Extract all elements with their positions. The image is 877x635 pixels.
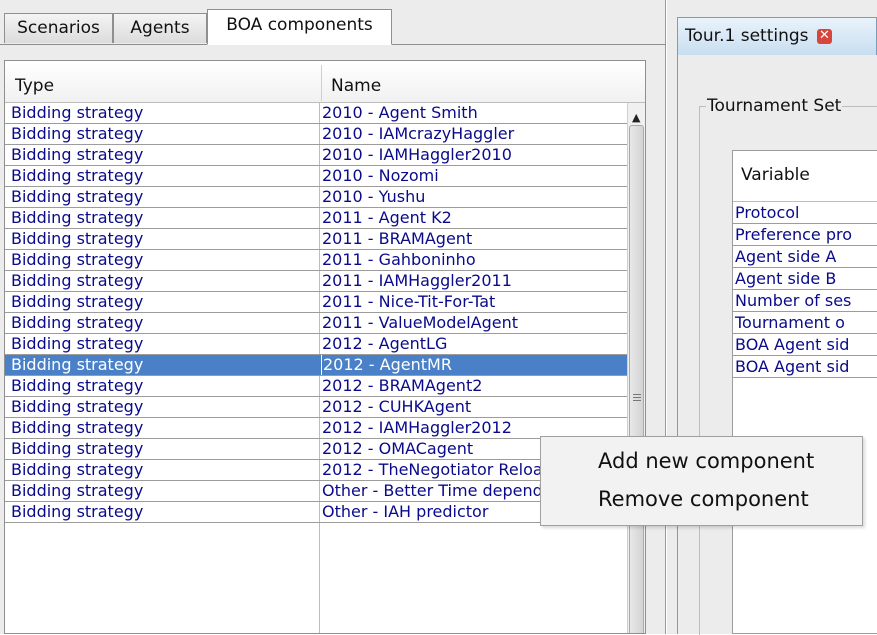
cell-name: 2012 - IAMHaggler2012 [322, 418, 512, 437]
cell-name: 2010 - IAMcrazyHaggler [322, 124, 515, 143]
table-row[interactable]: Bidding strategy 2011 - ValueModelAgent [5, 313, 627, 334]
table-row[interactable]: Bidding strategy 2010 - IAMHaggler2010 [5, 145, 627, 166]
context-menu: Add new component Remove component [540, 436, 863, 526]
cell-name: 2012 - CUHKAgent [322, 397, 472, 416]
components-table: Type Name Bidding strategy 2010 - Agent S… [4, 60, 646, 634]
cell-type: Bidding strategy [11, 418, 144, 437]
cell-type: Bidding strategy [11, 103, 144, 122]
column-header-type[interactable]: Type [5, 61, 321, 102]
scrollbar-thumb[interactable] [629, 125, 644, 633]
cell-type: Bidding strategy [11, 481, 144, 500]
table-row[interactable]: Bidding strategy 2012 - BRAMAgent2 [5, 376, 627, 397]
variable-row[interactable]: BOA Agent sid [733, 334, 877, 356]
cell-name: 2010 - Agent Smith [322, 103, 478, 122]
cell-type: Bidding strategy [11, 145, 144, 164]
cell-type: Bidding strategy [11, 166, 144, 185]
tab-tournament-settings[interactable]: Tour.1 settings ✕ [677, 17, 877, 55]
cell-name: 2011 - Gahboninho [322, 250, 476, 269]
cell-type: Bidding strategy [11, 313, 144, 332]
tab-agents[interactable]: Agents [113, 13, 207, 43]
variable-row[interactable]: Number of ses [733, 290, 877, 312]
variable-row[interactable]: Agent side B [733, 268, 877, 290]
cell-name: 2012 - AgentLG [322, 334, 448, 353]
cell-name: 2012 - BRAMAgent2 [322, 376, 483, 395]
cell-type: Bidding strategy [11, 187, 144, 206]
cell-type: Bidding strategy [11, 355, 144, 374]
cell-name: 2010 - IAMHaggler2010 [322, 145, 512, 164]
cell-name: 2011 - Nice-Tit-For-Tat [322, 292, 496, 311]
left-tab-bar: Scenarios Agents BOA components [0, 0, 666, 45]
cell-type: Bidding strategy [11, 376, 144, 395]
menu-item-remove-component[interactable]: Remove component [598, 487, 809, 511]
cell-name: 2010 - Nozomi [322, 166, 439, 185]
table-row[interactable]: Bidding strategy 2010 - IAMcrazyHaggler [5, 124, 627, 145]
components-panel: Scenarios Agents BOA components Type Nam… [0, 0, 666, 634]
table-row[interactable]: Bidding strategy Other - Better Time depe… [5, 481, 627, 502]
cell-type: Bidding strategy [11, 460, 144, 479]
variable-row[interactable]: Agent side A [733, 246, 877, 268]
variable-row[interactable]: Tournament o [733, 312, 877, 334]
table-header: Type Name [5, 61, 645, 103]
menu-item-add-new-component[interactable]: Add new component [598, 449, 814, 473]
variable-row[interactable]: Preference pro [733, 224, 877, 246]
cell-name: 2011 - Agent K2 [322, 208, 452, 227]
table-row[interactable]: Bidding strategy 2012 - TheNegotiator Rel… [5, 460, 627, 481]
table-row[interactable]: Bidding strategy 2011 - IAMHaggler2011 [5, 271, 627, 292]
table-row[interactable]: Bidding strategy 2011 - Agent K2 [5, 208, 627, 229]
table-row[interactable]: Bidding strategy 2012 - AgentMR [5, 355, 627, 376]
table-row[interactable]: Bidding strategy 2010 - Agent Smith [5, 103, 627, 124]
cell-type: Bidding strategy [11, 439, 144, 458]
variable-row[interactable]: Protocol [733, 202, 877, 224]
vertical-scrollbar[interactable]: ▲ [627, 103, 645, 633]
table-row[interactable]: Bidding strategy 2012 - IAMHaggler2012 [5, 418, 627, 439]
cell-type: Bidding strategy [11, 229, 144, 248]
cell-type: Bidding strategy [11, 271, 144, 290]
scroll-up-arrow-icon[interactable]: ▲ [632, 111, 640, 124]
cell-type: Bidding strategy [11, 397, 144, 416]
table-row[interactable]: Bidding strategy 2012 - AgentLG [5, 334, 627, 355]
variables-table: Variable Protocol Preference pro Agent sid… [732, 150, 877, 634]
column-header-variable[interactable]: Variable [741, 165, 810, 185]
scrollbar-grip-icon [633, 394, 641, 403]
table-row[interactable]: Bidding strategy 2011 - BRAMAgent [5, 229, 627, 250]
cell-name: 2011 - BRAMAgent [322, 229, 473, 248]
variables-list: Protocol Preference pro Agent side A Agent … [733, 202, 877, 378]
tab-tournament-settings-label: Tour.1 settings [685, 26, 809, 46]
table-body: Bidding strategy 2010 - Agent Smith Biddin… [5, 103, 627, 523]
table-row[interactable]: Bidding strategy Other - IAH predictor [5, 502, 627, 523]
cell-name: 2011 - IAMHaggler2011 [322, 271, 512, 290]
close-tab-icon[interactable]: ✕ [817, 29, 832, 44]
cell-type: Bidding strategy [11, 502, 144, 521]
cell-type: Bidding strategy [11, 292, 144, 311]
cell-type: Bidding strategy [11, 334, 144, 353]
settings-group-title: Tournament Set [706, 96, 843, 116]
settings-panel: Tour.1 settings ✕ Tournament Set Variabl… [667, 0, 877, 635]
cell-name: 2011 - ValueModelAgent [322, 313, 518, 332]
cell-name: 2012 - AgentMR [321, 355, 628, 375]
cell-name: 2010 - Yushu [322, 187, 426, 206]
tab-boa-components[interactable]: BOA components [207, 9, 392, 45]
table-row[interactable]: Bidding strategy 2012 - CUHKAgent [5, 397, 627, 418]
cell-type: Bidding strategy [11, 124, 144, 143]
column-header-name[interactable]: Name [321, 61, 627, 102]
table-row[interactable]: Bidding strategy 2010 - Nozomi [5, 166, 627, 187]
variable-row[interactable]: BOA Agent sid [733, 356, 877, 378]
table-row[interactable]: Bidding strategy 2012 - OMACagent [5, 439, 627, 460]
cell-type: Bidding strategy [11, 250, 144, 269]
tab-scenarios[interactable]: Scenarios [4, 13, 113, 43]
table-row[interactable]: Bidding strategy 2011 - Gahboninho [5, 250, 627, 271]
table-row[interactable]: Bidding strategy 2011 - Nice-Tit-For-Tat [5, 292, 627, 313]
cell-type: Bidding strategy [11, 208, 144, 227]
table-row[interactable]: Bidding strategy 2010 - Yushu [5, 187, 627, 208]
